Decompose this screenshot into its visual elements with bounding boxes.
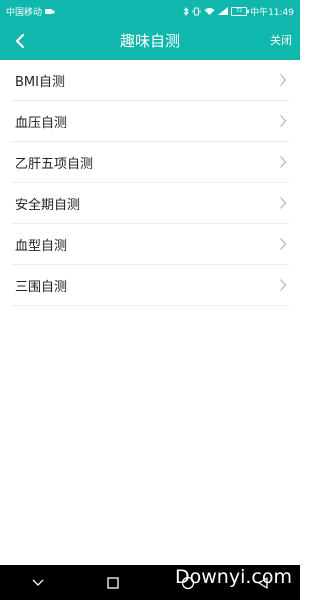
chevron-right-icon [279, 73, 287, 87]
list-item-label: BMI自测 [15, 74, 65, 90]
watermark-text: Downyi.com [175, 566, 292, 588]
status-bar: 中国移动 72 中午11:49 [0, 0, 300, 22]
self-test-list: BMI自测 血压自测 乙肝五项自测 安全期自测 血型自测 三围自测 [0, 60, 300, 306]
data-saver-icon [45, 7, 55, 15]
close-button[interactable]: 关闭 [270, 22, 292, 60]
chevron-right-icon [279, 114, 287, 128]
status-time: 中午11:49 [250, 7, 294, 18]
list-item-label: 安全期自测 [15, 197, 81, 213]
list-item-label: 三围自测 [15, 279, 68, 295]
vibrate-icon [192, 7, 201, 16]
list-item-safe-period[interactable]: 安全期自测 [11, 183, 289, 224]
status-left: 中国移动 [6, 5, 55, 18]
signal-icon [218, 7, 229, 15]
watermark: Downyi.com [150, 566, 292, 588]
list-item-bmi[interactable]: BMI自测 [11, 60, 289, 101]
list-item-blood-pressure[interactable]: 血压自测 [11, 101, 289, 142]
status-right: 72 中午11:49 [183, 5, 294, 18]
carrier-name: 中国移动 [6, 7, 43, 18]
chevron-down-icon [32, 579, 43, 586]
nav-recents-button[interactable] [93, 565, 133, 600]
list-item-blood-type[interactable]: 血型自测 [11, 224, 289, 265]
list-item-label: 血型自测 [15, 238, 68, 254]
list-item-label: 乙肝五项自测 [15, 156, 94, 172]
bluetooth-icon [183, 6, 189, 16]
battery-icon: 72 [231, 6, 250, 16]
chevron-right-icon [279, 278, 287, 292]
page-title: 趣味自测 [119, 32, 180, 50]
list-item-hepatitis-b[interactable]: 乙肝五项自测 [11, 142, 289, 183]
wifi-icon [204, 7, 215, 15]
chevron-right-icon [279, 196, 287, 210]
nav-hide-button[interactable] [18, 565, 58, 600]
title-bar: 趣味自测 关闭 [0, 22, 300, 60]
chevron-right-icon [279, 155, 287, 169]
list-item-label: 血压自测 [15, 115, 68, 131]
square-icon [106, 576, 119, 589]
chevron-right-icon [279, 237, 287, 251]
list-item-measurements[interactable]: 三围自测 [11, 265, 289, 306]
